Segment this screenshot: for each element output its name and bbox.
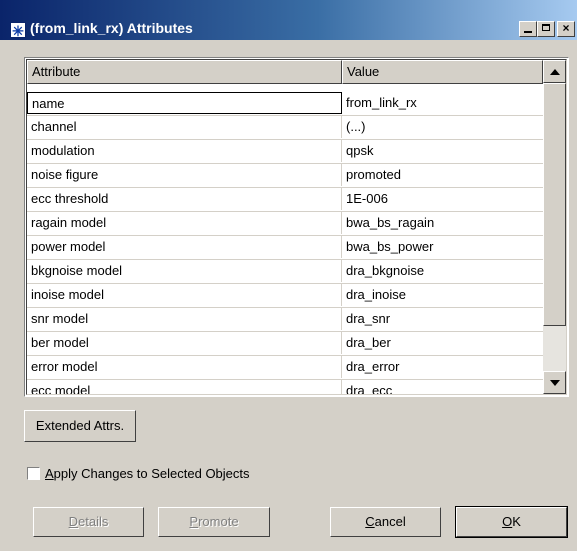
table-row[interactable]: ber model dra_ber (27, 332, 543, 356)
attribute-value-cell[interactable]: 1E-006 (342, 188, 543, 210)
scrollbar-thumb[interactable] (543, 83, 566, 326)
attribute-value-cell[interactable]: dra_snr (342, 308, 543, 330)
extended-attrs-button[interactable]: Extended Attrs. (24, 410, 136, 442)
attribute-value-cell[interactable]: qpsk (342, 140, 543, 162)
apply-changes-label[interactable]: Apply Changes to Selected Objects (45, 466, 250, 482)
attribute-name-cell[interactable]: ragain model (27, 212, 342, 234)
table-row[interactable]: error model dra_error (27, 356, 543, 380)
title-bar[interactable]: ✳ (from_link_rx) Attributes × (0, 0, 577, 40)
cancel-mnemonic: C (365, 514, 375, 529)
column-header-attribute[interactable]: Attribute (27, 60, 342, 84)
ok-button[interactable]: OK (455, 506, 568, 538)
vertical-scrollbar[interactable] (543, 60, 566, 394)
attribute-table: Attribute Value name from_link_rx channel(… (24, 57, 569, 397)
attribute-name-cell[interactable]: power model (27, 236, 342, 258)
apply-changes-checkbox[interactable] (27, 467, 40, 480)
attribute-name-cell[interactable]: error model (27, 356, 342, 378)
minimize-button[interactable] (519, 21, 537, 37)
window-title: (from_link_rx) Attributes (30, 20, 193, 36)
attribute-name-cell[interactable]: modulation (27, 140, 342, 162)
close-button[interactable]: × (557, 21, 575, 37)
apply-mnemonic: A (45, 466, 54, 481)
attribute-name-cell[interactable]: name (27, 92, 342, 114)
table-row[interactable]: modulation qpsk (27, 140, 543, 164)
attribute-value-cell[interactable]: dra_bkgnoise (342, 260, 543, 282)
scroll-down-button[interactable] (543, 371, 566, 394)
maximize-icon (542, 24, 550, 31)
arrow-down-icon (550, 380, 560, 386)
table-row[interactable]: inoise model dra_inoise (27, 284, 543, 308)
table-row[interactable]: ecc model dra_ecc (27, 380, 543, 394)
promote-label-rest: romote (198, 514, 239, 529)
table-row[interactable]: name from_link_rx (27, 92, 543, 116)
attribute-name-cell[interactable]: inoise model (27, 284, 342, 306)
cancel-button[interactable]: Cancel (330, 507, 441, 537)
ok-label-rest: K (512, 514, 521, 529)
attribute-rows: name from_link_rx channel (...) modulation qp… (27, 92, 543, 394)
attribute-name-cell[interactable]: snr model (27, 308, 342, 330)
attribute-name-cell[interactable]: noise figure (27, 164, 342, 186)
minimize-icon (524, 31, 532, 33)
table-row[interactable]: channel (...) (27, 116, 543, 140)
details-label-rest: etails (78, 514, 109, 529)
ok-mnemonic: O (502, 514, 513, 529)
details-button[interactable]: Details (33, 507, 144, 537)
attribute-name-cell[interactable]: ecc threshold (27, 188, 342, 210)
scroll-up-button[interactable] (543, 60, 566, 83)
attribute-name-cell[interactable]: ber model (27, 332, 342, 354)
column-header-value[interactable]: Value (342, 60, 543, 84)
attribute-value-cell[interactable]: bwa_bs_ragain (342, 212, 543, 234)
table-row[interactable]: ragain model bwa_bs_ragain (27, 212, 543, 236)
asterisk-icon: ✳ (10, 22, 26, 39)
table-row[interactable]: bkgnoise model dra_bkgnoise (27, 260, 543, 284)
attribute-table-viewport: Attribute Value name from_link_rx channel(… (26, 59, 567, 395)
attribute-name-cell[interactable]: ecc model (27, 380, 342, 394)
table-row[interactable]: noise figure promoted (27, 164, 543, 188)
arrow-up-icon (550, 69, 560, 75)
attribute-name-cell[interactable]: channel (27, 116, 342, 138)
attribute-value-cell[interactable]: dra_ecc (342, 380, 543, 394)
cancel-label-rest: ancel (374, 514, 406, 529)
attribute-value-cell[interactable]: dra_ber (342, 332, 543, 354)
attribute-value-cell[interactable]: dra_error (342, 356, 543, 378)
maximize-button[interactable] (537, 21, 555, 37)
promote-mnemonic: P (189, 514, 199, 529)
attribute-value-cell[interactable]: promoted (342, 164, 543, 186)
attribute-value-cell[interactable]: dra_inoise (342, 284, 543, 306)
attribute-value-cell[interactable]: from_link_rx (342, 92, 543, 114)
promote-button[interactable]: Promote (158, 507, 270, 537)
attributes-dialog: ✳ (from_link_rx) Attributes × Attribute … (0, 0, 577, 551)
table-row[interactable]: power model bwa_bs_power (27, 236, 543, 260)
table-row[interactable]: ecc threshold 1E-006 (27, 188, 543, 212)
attribute-value-cell[interactable]: bwa_bs_power (342, 236, 543, 258)
apply-label-rest: pply Changes to Selected Objects (53, 466, 250, 481)
attribute-name-cell[interactable]: bkgnoise model (27, 260, 342, 282)
details-mnemonic: D (68, 514, 79, 529)
attribute-value-cell[interactable]: (...) (342, 116, 543, 138)
table-row[interactable]: snr model dra_snr (27, 308, 543, 332)
